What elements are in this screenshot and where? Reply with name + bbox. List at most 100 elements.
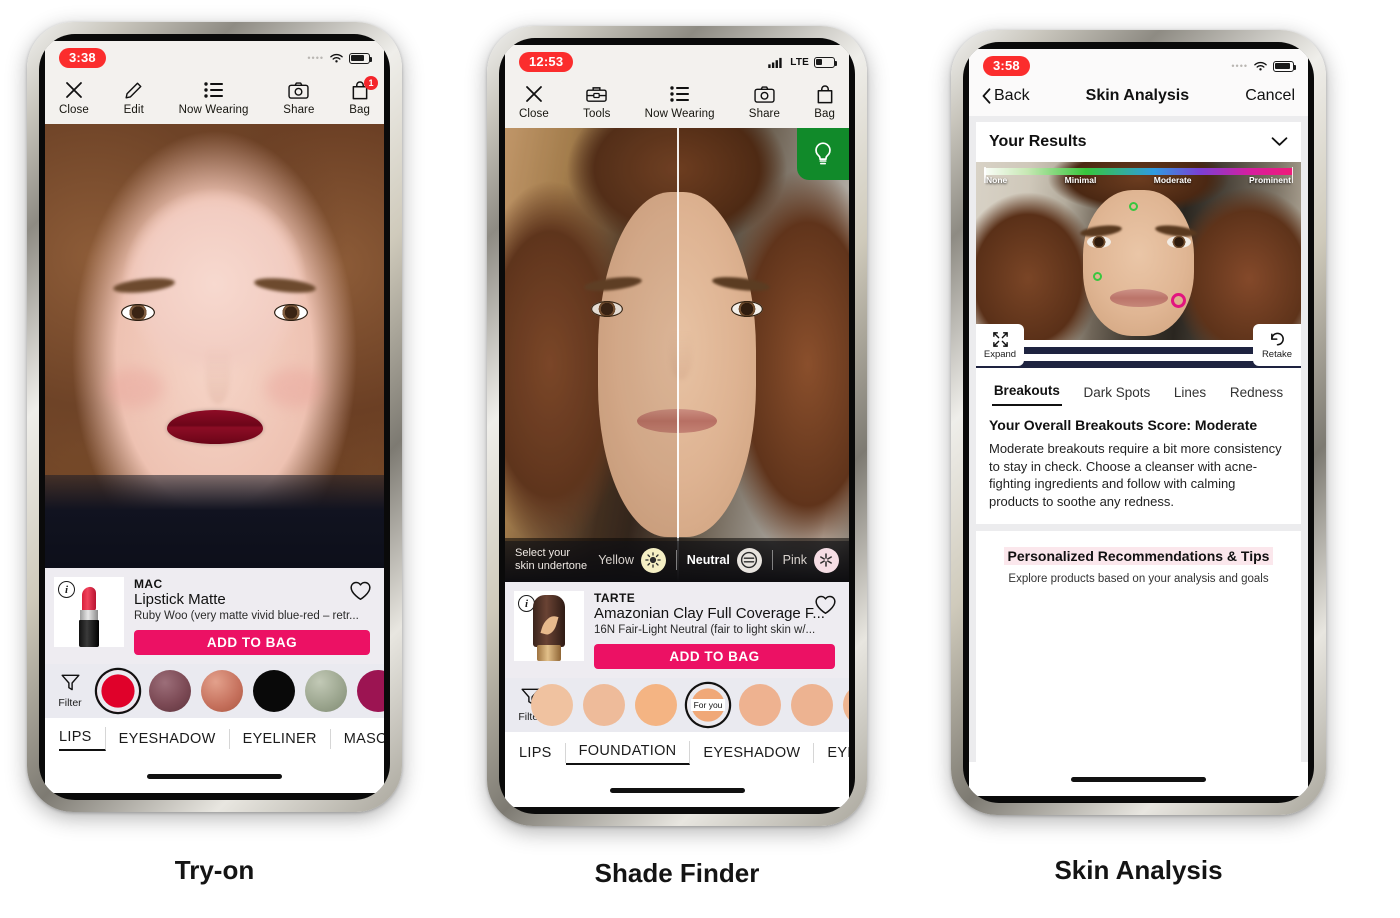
- tab-eyeliner[interactable]: EYELINER: [230, 729, 331, 749]
- swatch-shade-2[interactable]: [583, 684, 625, 726]
- now-wearing-label: Now Wearing: [178, 104, 249, 116]
- shade-swatch-row[interactable]: Filter: [45, 664, 384, 718]
- close-button[interactable]: Close: [59, 79, 89, 116]
- share-label: Share: [748, 108, 780, 120]
- tab-foundation[interactable]: FOUNDATION: [565, 741, 691, 765]
- share-button[interactable]: Share: [749, 83, 780, 120]
- before-half: [505, 128, 677, 582]
- now-wearing-button[interactable]: Now Wearing: [645, 83, 715, 120]
- tab-dark-spots[interactable]: Dark Spots: [1081, 385, 1152, 406]
- analysis-tabs[interactable]: Breakouts Dark Spots Lines Redness: [976, 374, 1301, 406]
- clock: 3:38: [59, 48, 106, 68]
- swatch-shade-7[interactable]: [843, 684, 849, 726]
- swatch-sage-shimmer[interactable]: [305, 670, 347, 712]
- category-tabs[interactable]: LIPS EYESHADOW EYELINER MASCARA: [45, 718, 384, 759]
- close-icon: [65, 79, 83, 101]
- swatch-ruby-woo[interactable]: [97, 670, 139, 712]
- tab-eyeshadow[interactable]: EYESHADOW: [690, 743, 815, 763]
- swatch-shade-6[interactable]: [791, 684, 833, 726]
- sun-icon: [640, 547, 666, 573]
- battery-icon: [814, 56, 838, 68]
- bag-badge: 1: [364, 76, 378, 90]
- product-thumbnail[interactable]: i: [514, 591, 584, 661]
- now-wearing-label: Now Wearing: [644, 108, 715, 120]
- undertone-option-pink[interactable]: Pink: [783, 547, 839, 573]
- undertone-neutral-label: Neutral: [686, 553, 730, 567]
- swatch-black[interactable]: [253, 670, 295, 712]
- shade-finder-camera-view[interactable]: Select your skin undertone Yellow Neutra…: [505, 128, 849, 582]
- screenshot-stage: 3:38 •••• Close Edit Now Wearing Share 1…: [0, 0, 1400, 918]
- lighting-button[interactable]: [797, 128, 849, 180]
- edit-button[interactable]: Edit: [124, 79, 144, 116]
- swatch-coral-glitter[interactable]: [201, 670, 243, 712]
- retake-button[interactable]: Retake: [1253, 324, 1301, 366]
- heart-icon[interactable]: [349, 580, 372, 606]
- tab-lips[interactable]: LIPS: [519, 743, 566, 763]
- back-button[interactable]: Back: [982, 87, 1030, 105]
- camera-icon: [288, 79, 310, 101]
- tab-mascara[interactable]: MASCARA: [331, 729, 384, 749]
- recommendations-title: Personalized Recommendations & Tips: [1003, 547, 1274, 565]
- results-header[interactable]: Your Results: [976, 122, 1301, 162]
- wifi-icon: [1254, 61, 1267, 71]
- results-title: Your Results: [989, 133, 1087, 150]
- product-shade: 16N Fair-Light Neutral (fair to light sk…: [594, 624, 816, 636]
- undertone-option-neutral[interactable]: Neutral: [686, 547, 762, 573]
- signal-dots-icon: ••••: [307, 52, 324, 63]
- camera-icon: [754, 83, 775, 105]
- lipstick-icon: [78, 586, 100, 647]
- tab-lines[interactable]: Lines: [1172, 385, 1208, 406]
- bag-button[interactable]: Bag: [814, 83, 835, 120]
- analysis-photo[interactable]: None Minimal Moderate Prominent Expand R…: [976, 162, 1301, 374]
- foundation-tube-icon: [529, 595, 569, 661]
- split-face-comparison: [505, 128, 849, 582]
- battery-icon: [349, 52, 373, 64]
- undertone-prompt: Select your skin undertone: [515, 547, 588, 572]
- home-indicator[interactable]: [609, 787, 745, 793]
- tab-lips[interactable]: LIPS: [59, 727, 106, 751]
- try-on-camera-view[interactable]: [45, 124, 384, 568]
- expand-button[interactable]: Expand: [976, 324, 1024, 366]
- phone-shade-finder: 12:53 LTE Close Tools Now Wearing Share …: [487, 26, 867, 826]
- back-label: Back: [994, 87, 1030, 104]
- status-bar: 12:53 LTE: [505, 45, 849, 79]
- split-divider[interactable]: [677, 128, 679, 582]
- screen-shade-finder: 12:53 LTE Close Tools Now Wearing Share …: [505, 45, 849, 807]
- swatch-for-you[interactable]: For you: [687, 684, 729, 726]
- chevron-left-icon: [982, 88, 991, 104]
- swatch-shade-3[interactable]: [635, 684, 677, 726]
- caption-shade-finder: Shade Finder: [594, 858, 760, 888]
- share-button[interactable]: Share: [283, 79, 314, 116]
- phone-skin-analysis: 3:58 •••• Back Skin Analysis Cancel Your…: [951, 30, 1326, 815]
- tab-eyeshadow[interactable]: EYESHADOW: [106, 729, 230, 749]
- tab-breakouts[interactable]: Breakouts: [991, 383, 1062, 406]
- product-thumbnail[interactable]: i: [54, 577, 124, 647]
- heart-icon[interactable]: [814, 594, 837, 620]
- shade-swatch-row[interactable]: Filter For you: [505, 678, 849, 732]
- add-to-bag-button[interactable]: ADD TO BAG: [594, 644, 835, 669]
- recommendations-section[interactable]: Personalized Recommendations & Tips Expl…: [976, 531, 1301, 762]
- swatch-shade-1[interactable]: [531, 684, 573, 726]
- chevron-down-icon[interactable]: [1271, 137, 1288, 147]
- home-indicator[interactable]: [147, 773, 282, 779]
- add-to-bag-button[interactable]: ADD TO BAG: [134, 630, 370, 655]
- status-bar: 3:38 ••••: [45, 41, 384, 75]
- home-indicator[interactable]: [1071, 776, 1206, 782]
- tab-redness[interactable]: Redness: [1228, 385, 1285, 406]
- cancel-button[interactable]: Cancel: [1245, 87, 1295, 105]
- swatch-berry[interactable]: [357, 670, 384, 712]
- undertone-selector[interactable]: Select your skin undertone Yellow Neutra…: [505, 538, 849, 582]
- swatch-plum-mauve[interactable]: [149, 670, 191, 712]
- status-indicators: LTE: [768, 56, 838, 68]
- tools-button[interactable]: Tools: [583, 83, 610, 120]
- now-wearing-button[interactable]: Now Wearing: [179, 79, 249, 116]
- close-button[interactable]: Close: [519, 83, 549, 120]
- product-name: Amazonian Clay Full Coverage F...: [594, 605, 825, 622]
- swatch-shade-5[interactable]: [739, 684, 781, 726]
- bag-button[interactable]: 1 Bag: [349, 76, 378, 116]
- filter-button[interactable]: Filter: [53, 674, 87, 709]
- info-icon[interactable]: i: [58, 581, 75, 598]
- tab-eyeliner[interactable]: EYELINER: [814, 743, 849, 763]
- undertone-option-yellow[interactable]: Yellow: [598, 547, 666, 573]
- category-tabs[interactable]: LIPS FOUNDATION EYESHADOW EYELINER: [505, 732, 849, 773]
